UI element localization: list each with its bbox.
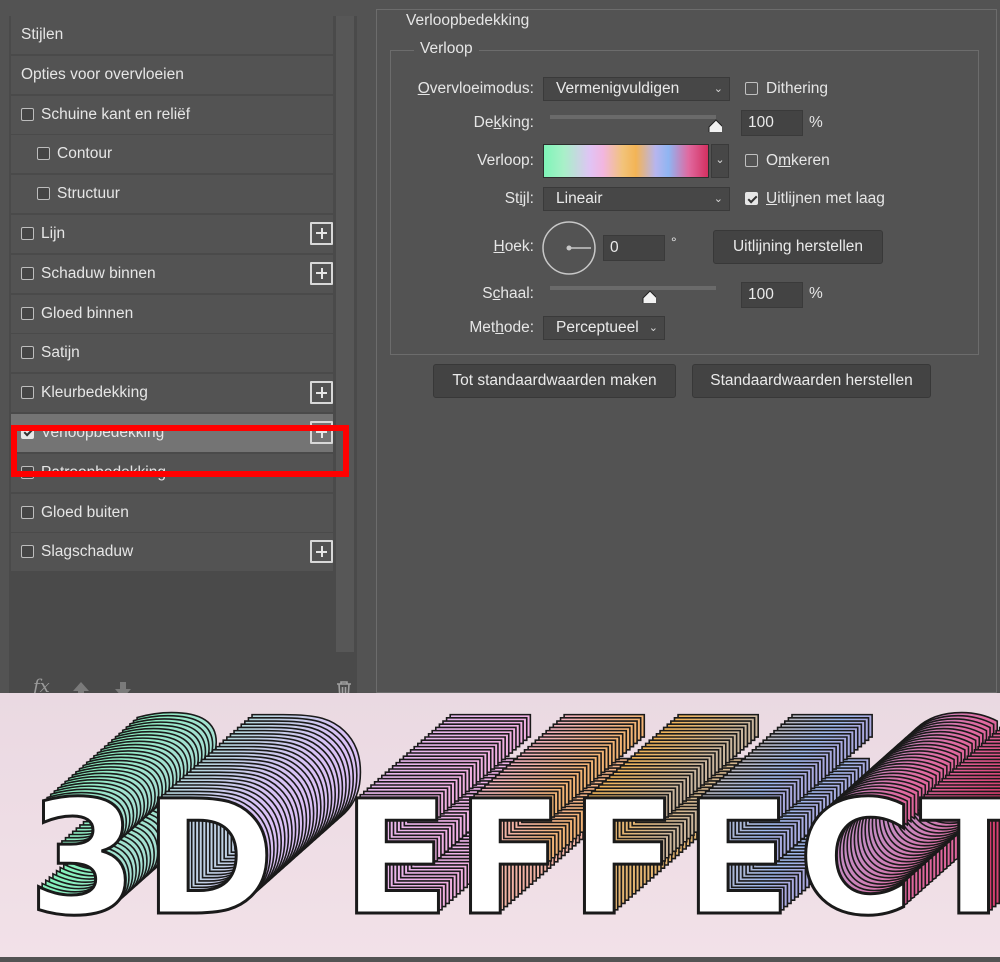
- make-default-button[interactable]: Tot standaardwaarden maken: [433, 364, 676, 398]
- add-icon[interactable]: [310, 381, 333, 405]
- angle-unit: °: [671, 234, 677, 250]
- style-item[interactable]: Opties voor overvloeien: [11, 55, 333, 94]
- dithering-box[interactable]: [745, 82, 758, 95]
- gradient-overlay-settings: Verloopbedekking Verloop Overvloeimodus:…: [374, 0, 1000, 693]
- reverse-checkbox[interactable]: Omkeren: [745, 152, 830, 170]
- style-item-label: Structuur: [57, 185, 120, 203]
- front-text: 3D EFFECT: [28, 767, 1000, 951]
- layer-style-dialog: Stijlen Opties voor overvloeien Schuine ka…: [0, 0, 1000, 700]
- style-item[interactable]: Schuine kant en reliëf: [11, 95, 333, 134]
- opacity-slider[interactable]: [550, 115, 716, 119]
- style-item[interactable]: Slagschaduw: [11, 533, 333, 572]
- angle-dial[interactable]: [541, 220, 597, 276]
- opacity-label: Dekking:: [473, 114, 534, 131]
- style-item-label: Schuine kant en reliëf: [41, 105, 191, 123]
- style-checkbox[interactable]: [37, 187, 50, 201]
- style-item-label: Slagschaduw: [41, 543, 134, 561]
- scale-slider[interactable]: [550, 286, 716, 290]
- style-checkbox[interactable]: [21, 346, 34, 360]
- style-item-label: Gloed buiten: [41, 503, 129, 521]
- dithering-checkbox[interactable]: Dithering: [745, 80, 828, 98]
- add-icon[interactable]: [310, 540, 333, 564]
- style-checkbox[interactable]: [37, 147, 50, 161]
- blend-mode-label: Overvloeimodus:: [417, 80, 534, 97]
- method-label: Methode:: [469, 319, 534, 336]
- style-checkbox[interactable]: [21, 226, 34, 240]
- style-checkbox[interactable]: [21, 386, 34, 400]
- style-item[interactable]: Structuur: [11, 175, 333, 214]
- opacity-slider-thumb[interactable]: [708, 119, 722, 132]
- chevron-down-icon: ⌄: [713, 193, 723, 205]
- add-icon[interactable]: [310, 261, 333, 285]
- style-item[interactable]: Satijn: [11, 334, 333, 373]
- style-item[interactable]: Gloed binnen: [11, 294, 333, 333]
- reset-default-button[interactable]: Standaardwaarden herstellen: [692, 364, 931, 398]
- opacity-input[interactable]: 100: [741, 110, 803, 136]
- style-checkbox[interactable]: [21, 505, 34, 519]
- style-label: Stijl:: [504, 190, 534, 207]
- style-checkbox[interactable]: [21, 266, 34, 280]
- scrollbar[interactable]: [336, 16, 354, 652]
- opacity-unit: %: [809, 114, 823, 131]
- scale-input[interactable]: 100: [741, 282, 803, 308]
- reverse-box[interactable]: [745, 154, 758, 167]
- style-item[interactable]: Schaduw binnen: [11, 254, 333, 293]
- styles-panel: Stijlen Opties voor overvloeien Schuine ka…: [9, 16, 357, 700]
- red-highlight-box: [11, 425, 349, 477]
- 3d-effect-text: 3D EFFECT3D EFFECT3D EFFECT3D EFFECT3D E…: [27, 683, 1000, 953]
- style-checkbox[interactable]: [21, 545, 34, 559]
- style-checkbox[interactable]: [21, 306, 34, 320]
- style-select[interactable]: Lineair ⌄: [543, 187, 730, 211]
- style-item[interactable]: Contour: [11, 135, 333, 174]
- add-icon[interactable]: [310, 221, 333, 245]
- style-item-label: Satijn: [41, 344, 80, 362]
- align-box[interactable]: [745, 192, 758, 205]
- scale-label: Schaal:: [482, 285, 534, 302]
- style-item[interactable]: Kleurbedekking: [11, 374, 333, 413]
- section-title: Verloopbedekking: [400, 12, 536, 30]
- style-item[interactable]: Lijn: [11, 214, 333, 253]
- style-list: Stijlen Opties voor overvloeien Schuine ka…: [11, 16, 333, 573]
- scale-unit: %: [809, 285, 823, 302]
- style-item-label: Stijlen: [21, 26, 64, 43]
- method-select[interactable]: Perceptueel ⌄: [543, 316, 665, 340]
- reset-alignment-button[interactable]: Uitlijning herstellen: [713, 230, 883, 264]
- style-item-label: Lijn: [41, 224, 66, 242]
- angle-label: Hoek:: [493, 238, 534, 255]
- 3d-effect-artwork: 3D EFFECT3D EFFECT3D EFFECT3D EFFECT3D E…: [0, 683, 1000, 957]
- angle-input[interactable]: 0: [603, 235, 665, 261]
- group-title: Verloop: [414, 40, 479, 58]
- gradient-swatch[interactable]: [543, 144, 709, 178]
- scale-slider-thumb[interactable]: [642, 290, 656, 303]
- style-item-label: Contour: [57, 145, 113, 163]
- style-item-label: Kleurbedekking: [41, 384, 148, 402]
- chevron-down-icon: ⌄: [648, 322, 658, 334]
- style-item-label: Schaduw binnen: [41, 264, 156, 282]
- chevron-down-icon: ⌄: [713, 83, 723, 95]
- style-checkbox[interactable]: [21, 107, 34, 121]
- style-item-label: Gloed binnen: [41, 304, 134, 322]
- chevron-down-icon: ⌄: [715, 154, 725, 166]
- style-item[interactable]: Gloed buiten: [11, 493, 333, 532]
- align-with-layer-checkbox[interactable]: Uitlijnen met laag: [745, 190, 885, 208]
- gradient-dropdown[interactable]: ⌄: [711, 144, 729, 178]
- style-item-label: Opties voor overvloeien: [21, 65, 184, 83]
- gradient-label: Verloop:: [477, 152, 534, 169]
- style-item[interactable]: Stijlen: [11, 16, 333, 54]
- blend-mode-select[interactable]: Vermenigvuldigen ⌄: [543, 77, 730, 101]
